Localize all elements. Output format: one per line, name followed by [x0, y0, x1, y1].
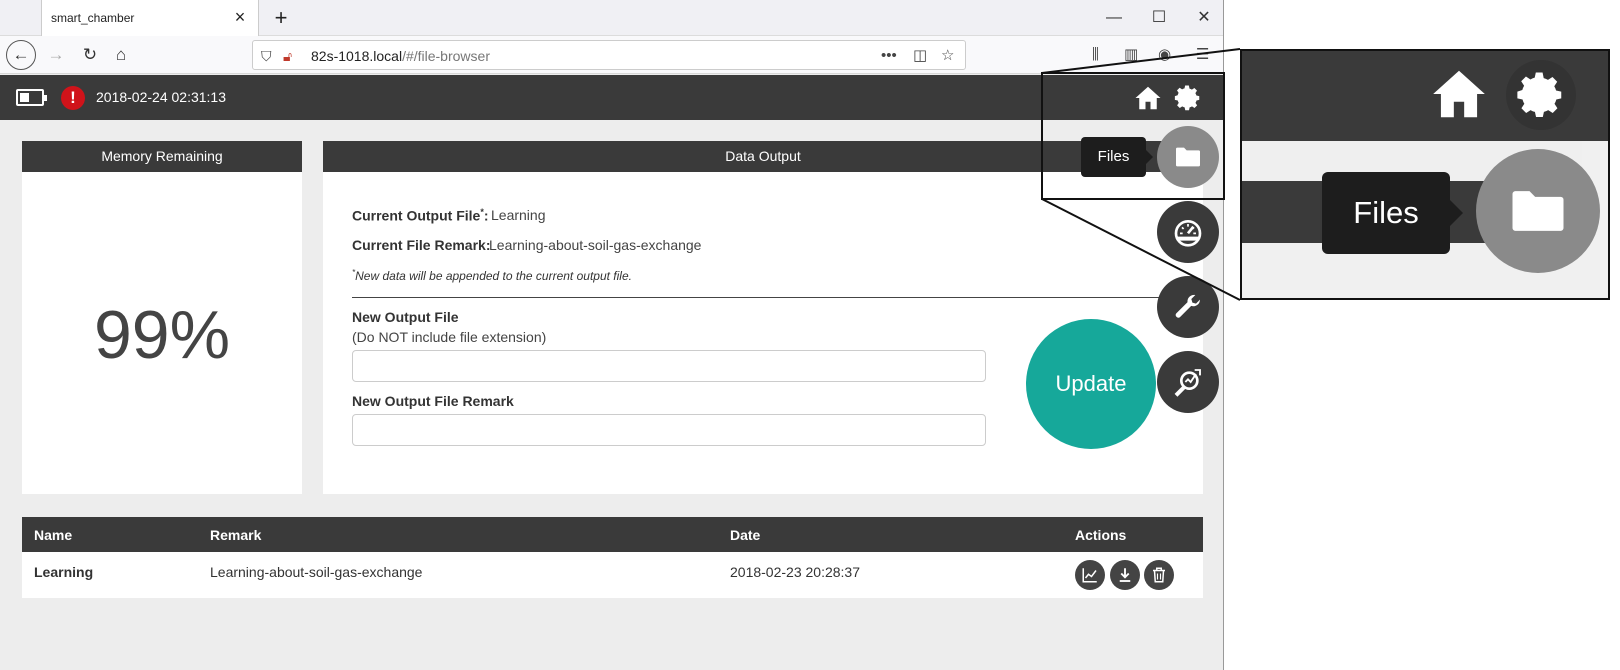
gear-icon[interactable] [1173, 83, 1203, 113]
delete-button[interactable] [1144, 560, 1174, 590]
battery-icon [16, 89, 47, 106]
data-output-title: Data Output [323, 141, 1203, 172]
divider [352, 297, 1192, 298]
dashboard-icon [1174, 220, 1202, 247]
new-file-input[interactable] [352, 350, 986, 382]
library-icon[interactable]: ⫼ [1092, 45, 1099, 65]
new-remark-label: New Output File Remark [352, 393, 514, 409]
download-icon [1119, 568, 1131, 582]
pocket-icon[interactable]: ◫ [913, 46, 927, 66]
zoom-files-tooltip: Files [1322, 172, 1463, 254]
forward-icon[interactable]: → [42, 41, 70, 69]
page-actions-icon[interactable]: ••• [881, 46, 897, 66]
folder-icon [1176, 147, 1200, 167]
new-file-hint: (Do NOT include file extension) [352, 329, 547, 345]
home-icon[interactable] [1133, 83, 1163, 113]
row-date: 2018-02-23 20:28:37 [730, 564, 860, 580]
shield-icon[interactable]: ⛉ [261, 47, 272, 65]
app-header: ! 2018-02-24 02:31:13 [0, 75, 1223, 120]
close-window-icon[interactable]: ✕ [1190, 6, 1218, 30]
files-nav-button[interactable] [1157, 126, 1219, 188]
zoom-inset: Files [1240, 49, 1610, 300]
current-remark-label: Current File Remark: [352, 237, 491, 253]
alert-icon[interactable]: ! [61, 86, 85, 110]
dashboard-nav-button[interactable] [1157, 201, 1219, 263]
column-header-remark: Remark [210, 527, 262, 543]
reload-icon[interactable]: ↻ [76, 41, 104, 69]
account-icon[interactable]: ◉ [1158, 45, 1171, 65]
analysis-nav-button[interactable] [1157, 351, 1219, 413]
update-button[interactable]: Update [1026, 319, 1156, 449]
home-icon[interactable]: ⌂ [107, 41, 135, 69]
tools-nav-button[interactable] [1157, 276, 1219, 338]
download-button[interactable] [1110, 560, 1140, 590]
memory-panel: Memory Remaining 99% [22, 141, 302, 494]
close-tab-icon[interactable]: × [230, 7, 250, 27]
row-name: Learning [34, 564, 94, 580]
tab-title: smart_chamber [51, 11, 135, 25]
sidebar-icon[interactable]: ▥ [1124, 45, 1138, 65]
maximize-icon[interactable]: ☐ [1145, 6, 1173, 30]
url-text: 82s-1018.local/#/file-browser [311, 48, 490, 64]
wrench-icon [1175, 294, 1200, 318]
memory-panel-title: Memory Remaining [22, 141, 302, 172]
search-analysis-icon [1174, 369, 1201, 397]
new-tab-icon[interactable]: + [268, 5, 294, 31]
column-header-actions: Actions [1075, 527, 1127, 543]
current-file-value: Learning [491, 207, 546, 223]
new-file-label: New Output File [352, 309, 459, 325]
url-bar[interactable]: ⛉ 🔓︎ 82s-1018.local/#/file-browser ••• ◫… [252, 40, 966, 70]
append-note: *New data will be appended to the curren… [352, 268, 632, 283]
browser-window: smart_chamber × + — ☐ ✕ ← → ↻ ⌂ ⛉ 🔓︎ 82s… [0, 0, 1224, 670]
trash-icon [1153, 567, 1165, 583]
file-table: Name Remark Date Actions Learning Learni… [22, 517, 1203, 598]
bookmark-star-icon[interactable]: ☆ [941, 46, 954, 66]
current-file-label: Current Output File*: [352, 207, 489, 224]
zoom-files-button [1476, 149, 1600, 273]
files-tooltip: Files [1081, 137, 1153, 177]
memory-value: 99% [93, 297, 231, 373]
column-header-date: Date [730, 527, 761, 543]
zoom-home-icon [1433, 70, 1485, 118]
current-remark-value: Learning-about-soil-gas-exchange [489, 237, 702, 253]
tab-bar: smart_chamber × + — ☐ ✕ [0, 0, 1223, 36]
header-timestamp: 2018-02-24 02:31:13 [96, 89, 226, 105]
new-remark-input[interactable] [352, 414, 986, 446]
zoom-gear-icon [1517, 72, 1562, 118]
insecure-lock-icon[interactable]: 🔓︎ [283, 47, 292, 65]
view-chart-button[interactable] [1075, 560, 1105, 590]
menu-icon[interactable]: ☰ [1196, 45, 1209, 65]
zoom-folder-icon [1512, 191, 1564, 231]
browser-tab[interactable]: smart_chamber × [41, 0, 259, 36]
column-header-name: Name [34, 527, 73, 543]
table-header: Name Remark Date Actions [22, 517, 1203, 552]
chart-icon [1082, 568, 1097, 583]
row-remark: Learning-about-soil-gas-exchange [210, 564, 423, 580]
back-icon[interactable]: ← [6, 40, 36, 70]
minimize-icon[interactable]: — [1100, 6, 1128, 30]
nav-bar: ← → ↻ ⌂ ⛉ 🔓︎ 82s-1018.local/#/file-brows… [0, 36, 1223, 74]
